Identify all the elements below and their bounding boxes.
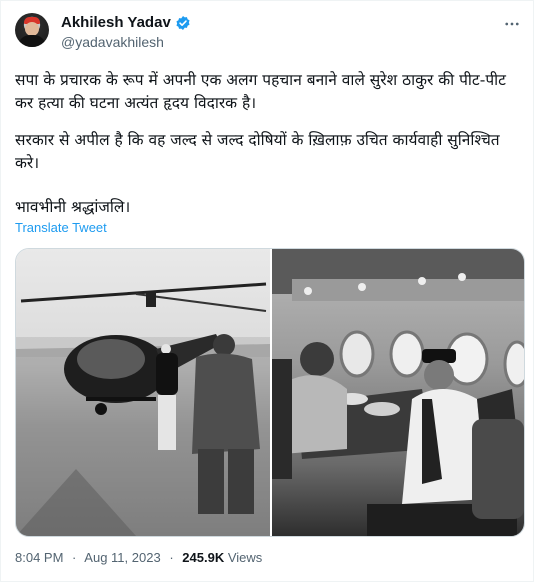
tweet-paragraph-1: सपा के प्रचारक के रूप में अपनी एक अलग पह…: [15, 71, 506, 112]
author-handle[interactable]: @yadavakhilesh: [61, 34, 164, 50]
meta-separator-2: ·: [169, 550, 174, 565]
views-label: Views: [227, 550, 263, 565]
author-display-name[interactable]: Akhilesh Yadav: [61, 14, 171, 31]
translate-tweet-link[interactable]: Translate Tweet: [15, 220, 107, 235]
photo-helicopter[interactable]: [16, 249, 270, 536]
avatar[interactable]: [15, 13, 49, 47]
photo-aircraft-cabin[interactable]: [272, 249, 524, 536]
more-options-icon[interactable]: [503, 15, 521, 38]
tweet-time[interactable]: 8:04 PM: [15, 550, 63, 565]
tweet-card: Akhilesh Yadav @yadavakhilesh सपा के प्र…: [0, 0, 534, 582]
author-name-row: Akhilesh Yadav: [61, 14, 191, 31]
tweet-media: [15, 248, 525, 537]
avatar-body: [18, 35, 46, 47]
tweet-date[interactable]: Aug 11, 2023: [84, 550, 160, 565]
views-count: 245.9K: [182, 550, 225, 565]
verified-badge-icon: [175, 15, 191, 31]
avatar-face: [25, 22, 39, 36]
meta-separator: ·: [72, 550, 77, 565]
tweet-paragraph-3: भावभीनी श्रद्धांजलि।: [15, 198, 131, 216]
tweet-meta: 8:04 PM · Aug 11, 2023 · 245.9K Views: [15, 550, 262, 565]
tweet-text: सपा के प्रचारक के रूप में अपनी एक अलग पह…: [15, 69, 519, 216]
tweet-paragraph-2: सरकार से अपील है कि वह जल्द से जल्द दोषि…: [15, 131, 500, 172]
